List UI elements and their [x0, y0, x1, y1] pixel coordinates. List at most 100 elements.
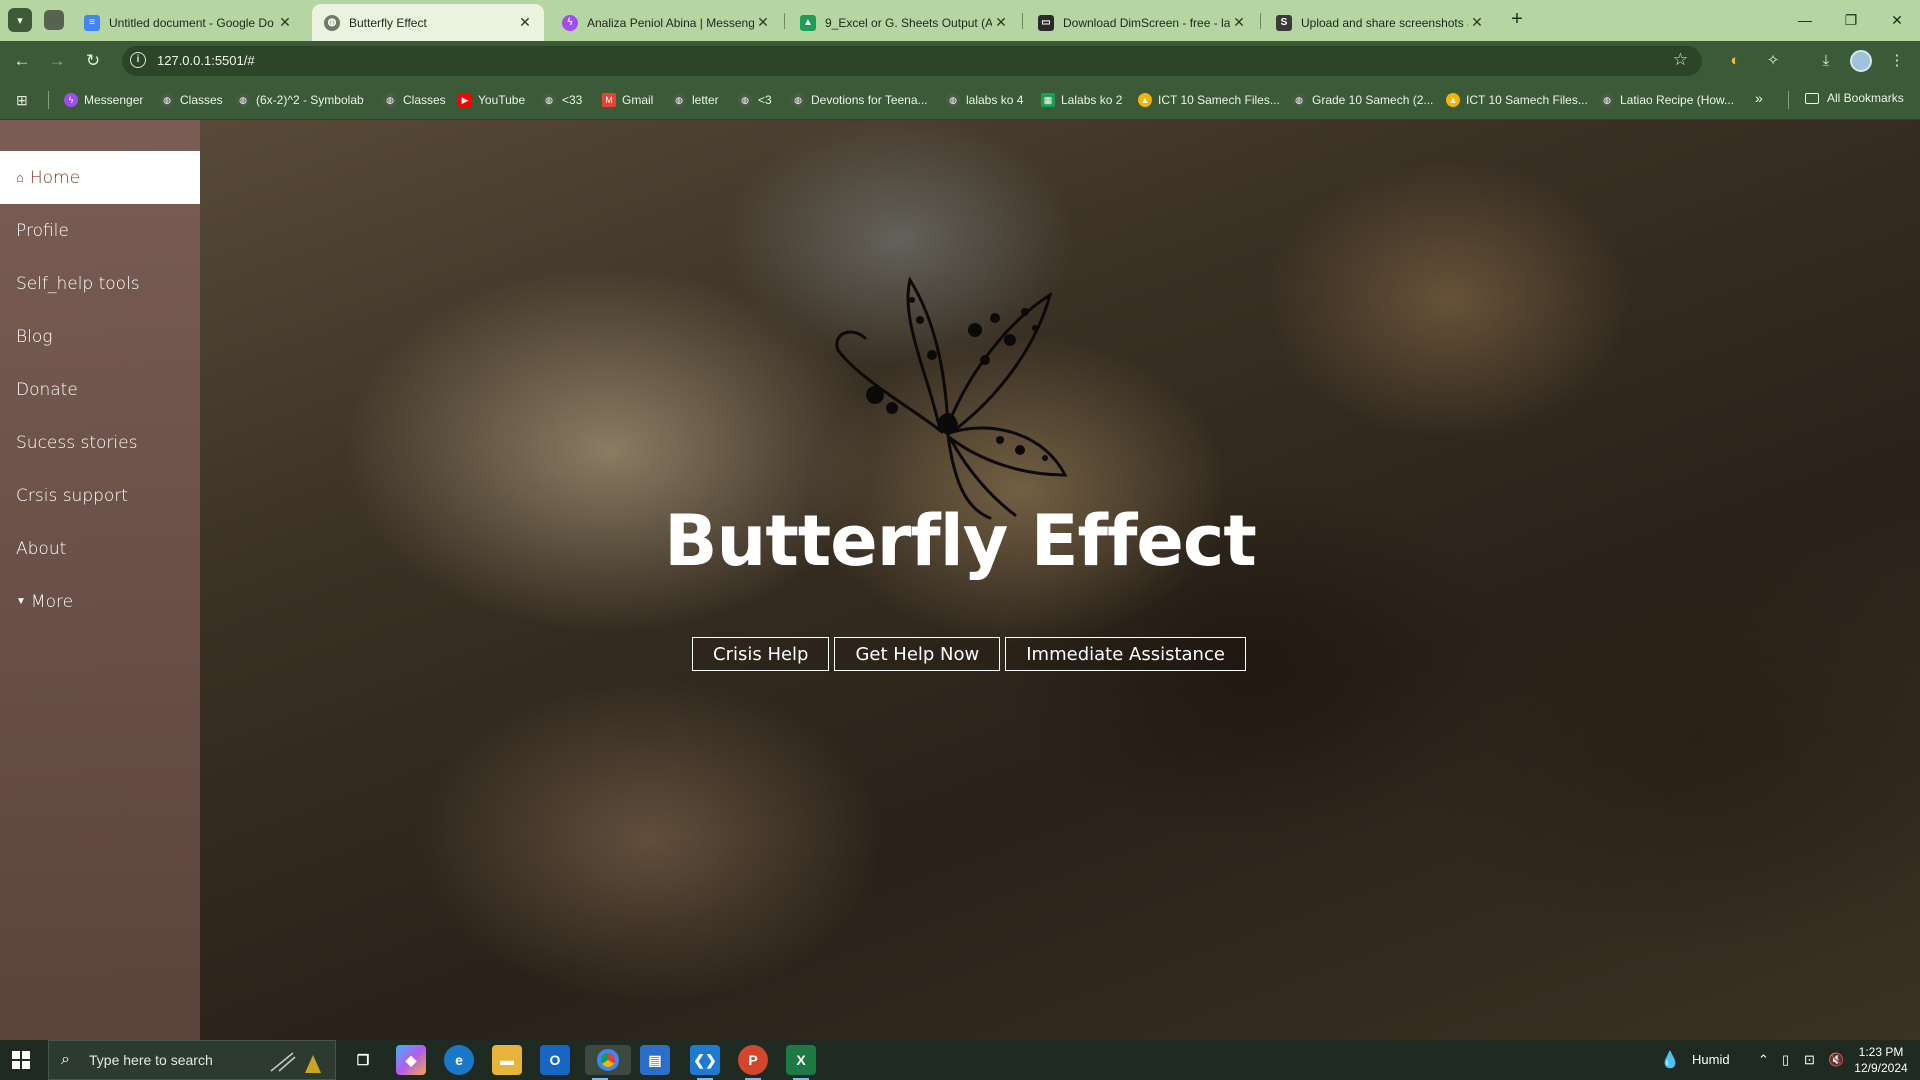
copilot-icon[interactable]: ◆ [396, 1045, 426, 1075]
powerpoint-icon[interactable]: P [738, 1045, 768, 1080]
tab-title: 9_Excel or G. Sheets Output (AC [825, 15, 992, 30]
close-window-icon[interactable]: ✕ [1882, 8, 1912, 32]
sidebar-item-success-stories[interactable]: Sucess stories [0, 416, 200, 469]
file-explorer-icon[interactable]: ▬ [492, 1045, 522, 1075]
sidebar-item-home[interactable]: ⌂ Home [0, 151, 200, 204]
all-bookmarks-label: All Bookmarks [1827, 91, 1904, 105]
edge-icon[interactable]: e [444, 1045, 474, 1075]
page-title: Butterfly Effect [664, 500, 1257, 582]
bookmark-3[interactable]: ◍ <3 [738, 91, 772, 109]
home-icon: ⌂ [16, 170, 24, 186]
tab-separator [1260, 13, 1261, 29]
bookmark-ict-files[interactable]: ▲ ICT 10 Samech Files... [1138, 91, 1280, 109]
extensions-puzzle-icon[interactable]: ✧ [1762, 50, 1784, 72]
page-viewport: ⌂ Home Profile Self_help tools Blog Dona… [0, 120, 1920, 1040]
bookmark-grade-10[interactable]: ◍ Grade 10 Samech (2... [1292, 91, 1433, 109]
bookmark-gmail[interactable]: M Gmail [602, 91, 653, 109]
bookmark-label: Latiao Recipe (How... [1620, 93, 1735, 107]
volume-muted-icon[interactable]: 🔇 [1828, 1052, 1844, 1068]
outlook-icon[interactable]: O [540, 1045, 570, 1075]
sidebar-item-more[interactable]: ▼ More [0, 575, 200, 628]
bookmark-devotions[interactable]: ◍ Devotions for Teena... [791, 91, 928, 109]
task-view-icon[interactable]: ❐ [348, 1045, 378, 1075]
bookmark-lalabs-4[interactable]: ◍ lalabs ko 4 [946, 91, 1023, 109]
excel-icon[interactable]: X [786, 1045, 816, 1080]
url-text[interactable]: 127.0.0.1:5501/# [157, 53, 255, 68]
bookmark-classes[interactable]: ◍ Classes [160, 91, 223, 109]
tab-group-icon[interactable] [44, 10, 64, 30]
download-icon[interactable]: ⤓ [1815, 50, 1837, 72]
folder-icon [1805, 92, 1819, 104]
tab-excel-output[interactable]: ▲ 9_Excel or G. Sheets Output (AC ✕ [788, 4, 1020, 41]
bookmark-divider [1788, 91, 1789, 109]
tab-butterfly-effect[interactable]: ◍ Butterfly Effect ✕ [312, 4, 544, 41]
extension-moon-icon[interactable]: ◐ [1724, 50, 1746, 72]
sidebar-item-donate[interactable]: Donate [0, 363, 200, 416]
reload-icon[interactable]: ↻ [81, 49, 105, 73]
globe-icon: ◍ [738, 93, 752, 107]
forward-arrow-icon[interactable]: → [45, 49, 69, 73]
more-bookmarks-chevron-icon[interactable]: » [1755, 90, 1763, 106]
youtube-icon: ▶ [458, 93, 472, 107]
windows-start-icon[interactable] [12, 1051, 30, 1069]
restore-icon[interactable]: ❐ [1836, 8, 1866, 32]
bookmark-label: <3 [758, 93, 772, 107]
sidebar-item-blog[interactable]: Blog [0, 310, 200, 363]
browser-tab-strip: ▾ ≡ Untitled document - Google Do ✕ ◍ Bu… [0, 0, 1920, 41]
taskbar-search-box[interactable]: ⌕ Type here to search [48, 1040, 336, 1080]
minimize-icon[interactable]: — [1790, 8, 1820, 32]
site-info-icon[interactable]: i [130, 52, 146, 68]
tab-search-icon[interactable]: ▾ [8, 8, 32, 32]
bookmark-latiao[interactable]: ◍ Latiao Recipe (How... [1600, 91, 1734, 109]
tab-close-icon[interactable]: ✕ [1468, 14, 1486, 31]
tab-close-icon[interactable]: ✕ [276, 14, 294, 31]
sidebar-item-crisis-support[interactable]: Crsis support [0, 469, 200, 522]
tab-close-icon[interactable]: ✕ [1230, 14, 1248, 31]
new-tab-button[interactable]: + [1505, 8, 1529, 32]
sidebar-item-label: Self_help tools [16, 273, 140, 294]
network-icon[interactable]: ⊡ [1804, 1052, 1815, 1068]
profile-avatar[interactable] [1850, 50, 1872, 72]
all-bookmarks-button[interactable]: All Bookmarks [1805, 91, 1904, 105]
bookmark-ict-files-2[interactable]: ▲ ICT 10 Samech Files... [1446, 91, 1588, 109]
tab-dimscreen[interactable]: ▭ Download DimScreen - free - la ✕ [1026, 4, 1258, 41]
tab-screenshots[interactable]: S Upload and share screenshots a ✕ [1264, 4, 1496, 41]
bookmark-label: lalabs ko 4 [966, 93, 1024, 107]
bookmark-letter[interactable]: ◍ letter [672, 91, 719, 109]
sidebar-item-self-help-tools[interactable]: Self_help tools [0, 257, 200, 310]
tab-google-doc[interactable]: ≡ Untitled document - Google Do ✕ [72, 4, 304, 41]
tab-close-icon[interactable]: ✕ [516, 14, 534, 31]
taskbar-clock[interactable]: 1:23 PM 12/9/2024 [1850, 1044, 1912, 1076]
battery-icon[interactable]: ▯ [1782, 1052, 1789, 1068]
vscode-icon[interactable]: ❮❯ [690, 1045, 720, 1080]
docs-icon: ≡ [84, 14, 100, 31]
get-help-now-button[interactable]: Get Help Now [834, 637, 1001, 671]
bookmark-33[interactable]: ◍ <33 [542, 91, 582, 109]
bookmark-label: Grade 10 Samech (2... [1312, 93, 1434, 107]
tab-title: Upload and share screenshots a [1301, 15, 1468, 30]
bookmark-star-icon[interactable]: ☆ [1673, 50, 1688, 70]
address-bar[interactable]: i 127.0.0.1:5501/# ☆ [122, 46, 1702, 76]
bookmark-messenger[interactable]: ϟ Messenger [64, 91, 143, 109]
immediate-assistance-button[interactable]: Immediate Assistance [1005, 637, 1246, 671]
chrome-icon[interactable] [585, 1045, 631, 1080]
tray-chevron-icon[interactable]: ⌃ [1758, 1052, 1769, 1068]
bookmark-classes-2[interactable]: ◍ Classes [383, 91, 446, 109]
sidebar-item-profile[interactable]: Profile [0, 204, 200, 257]
crisis-help-button[interactable]: Crisis Help [692, 637, 830, 671]
bookmark-lalabs-2[interactable]: ▦ Lalabs ko 2 [1041, 91, 1122, 109]
tab-close-icon[interactable]: ✕ [992, 14, 1010, 31]
apps-grid-icon[interactable]: ⊞ [16, 92, 32, 108]
sidebar-item-about[interactable]: About [0, 522, 200, 575]
back-arrow-icon[interactable]: ← [10, 49, 34, 73]
tab-messenger[interactable]: ϟ Analiza Peniol Abina | Messeng ✕ [550, 4, 782, 41]
tab-close-icon[interactable]: ✕ [754, 14, 772, 31]
kebab-menu-icon[interactable]: ⋮ [1886, 50, 1908, 72]
microsoft-store-icon[interactable]: ▤ [640, 1045, 670, 1075]
bookmark-symbolab[interactable]: ◍ (6x-2)^2 - Symbolab [236, 91, 364, 109]
bookmark-youtube[interactable]: ▶ YouTube [458, 91, 525, 109]
bookmark-label: YouTube [478, 93, 526, 107]
weather-label[interactable]: Humid [1692, 1052, 1730, 1067]
butterfly-logo-icon [835, 276, 1068, 520]
weather-drop-icon[interactable]: 💧 [1660, 1050, 1680, 1070]
